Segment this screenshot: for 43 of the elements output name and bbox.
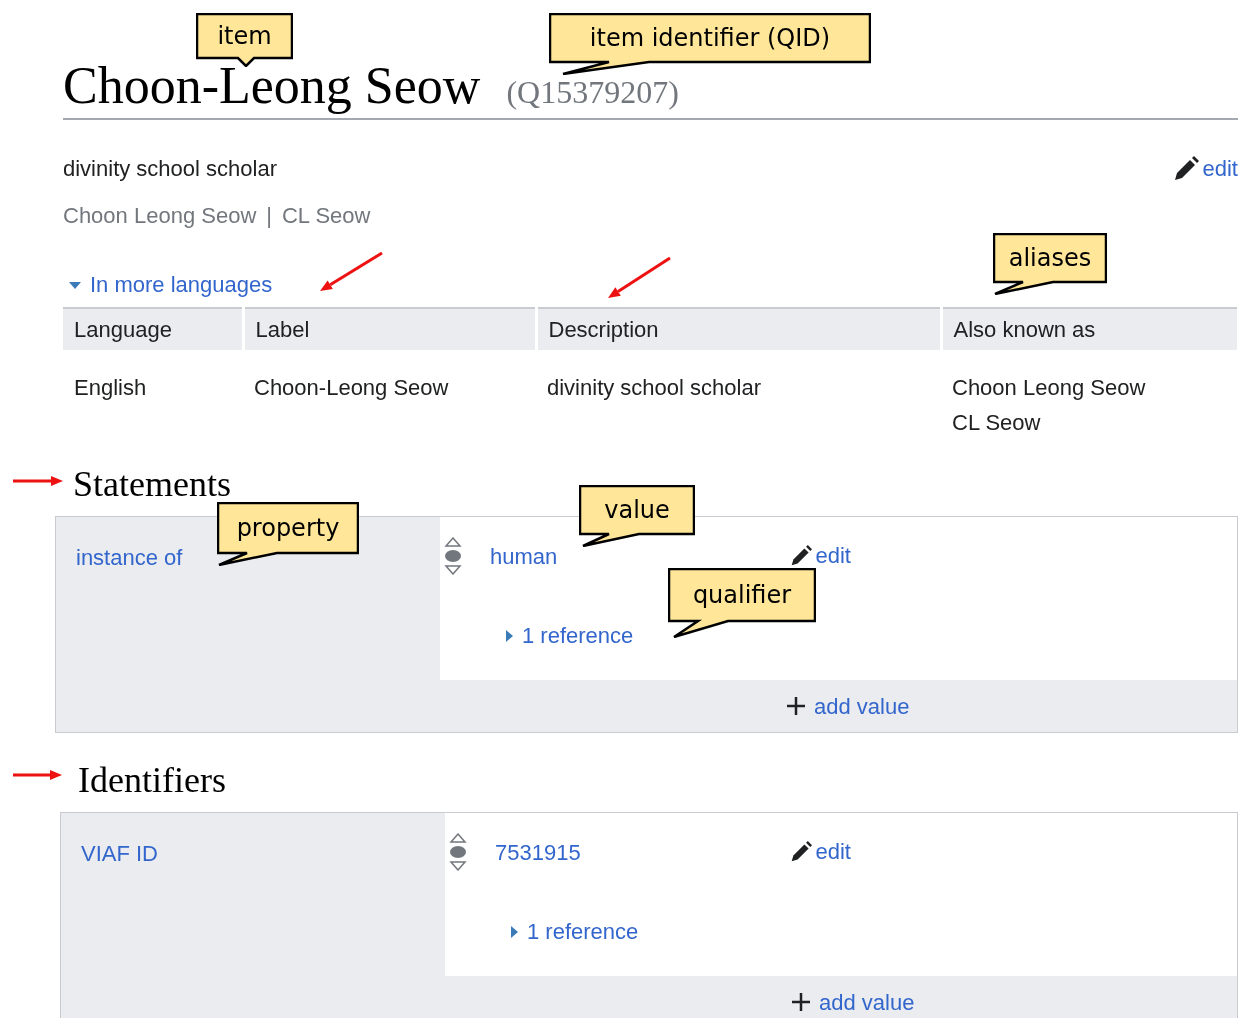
rank-selector-icon: [444, 537, 462, 575]
callout-label: aliases: [993, 233, 1107, 295]
callout-label: value: [579, 485, 695, 547]
edit-link[interactable]: edit: [789, 544, 851, 568]
table-cell: English: [63, 350, 243, 440]
callout-label: qualifier: [668, 568, 816, 638]
pencil-icon: [789, 545, 812, 567]
alias-text: Choon Leong Seow: [63, 202, 257, 230]
section-heading: Identifiers: [78, 760, 226, 800]
plus-icon: [791, 992, 811, 1012]
table-cell: divinity school scholar: [536, 350, 941, 440]
value-link[interactable]: human: [490, 539, 558, 573]
table-cell-text: Choon Leong Seow: [952, 374, 1146, 402]
alias-separator: |: [266, 202, 272, 230]
item-description: divinity school scholar: [63, 155, 277, 183]
column-header: Label: [243, 308, 536, 350]
column-header: Description: [536, 308, 941, 350]
column-header: Language: [63, 308, 243, 350]
add-value-link[interactable]: add value: [786, 689, 910, 723]
column-header: Also known as: [941, 308, 1237, 350]
pencil-icon: [1172, 155, 1199, 182]
callout-label: item: [196, 13, 293, 67]
plus-icon: [786, 696, 806, 716]
edit-label[interactable]: edit: [1202, 152, 1238, 185]
references-toggle[interactable]: 1 reference: [509, 915, 639, 948]
table-cell-text: CL Seow: [952, 409, 1041, 437]
caret-icon: [504, 628, 514, 643]
property-link[interactable]: instance of: [76, 545, 183, 570]
caret-icon: [68, 279, 82, 290]
callout-label: item identifier (QID): [549, 13, 871, 75]
rank-selector-icon: [449, 833, 467, 871]
callout-label: property: [217, 502, 359, 566]
property-link[interactable]: VIAF ID: [81, 841, 158, 866]
references-toggle[interactable]: 1 reference: [504, 619, 634, 652]
alias-text: CL Seow: [282, 202, 371, 230]
table-cell: Choon-Leong Seow: [243, 350, 536, 440]
section-heading: Statements: [73, 464, 231, 504]
value-link[interactable]: 7531915: [495, 835, 581, 869]
pencil-icon: [789, 841, 812, 863]
caret-icon: [509, 924, 519, 939]
item-id: (Q15379207): [506, 73, 679, 112]
add-value-link[interactable]: add value: [791, 985, 915, 1018]
edit-link[interactable]: edit: [789, 840, 851, 864]
